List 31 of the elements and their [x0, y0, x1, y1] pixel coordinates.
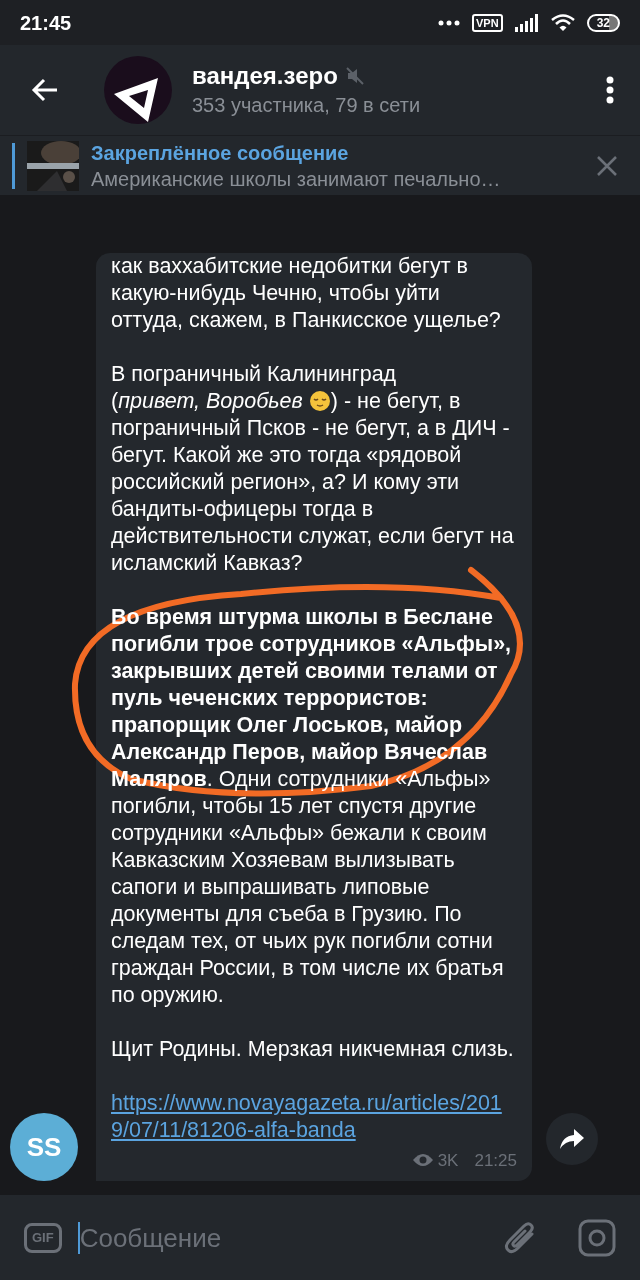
relieved-face-emoji-icon [308, 390, 331, 412]
message-paragraph: как ваххабитские недобитки бегут в какую-нибудь Чечню, чтобы уйти оттуда, скажем, в Панкисское ущелье? [111, 252, 502, 334]
battery-indicator: 32 [586, 13, 620, 32]
gif-button[interactable]: GIF [24, 1222, 62, 1253]
wifi-icon [550, 13, 575, 32]
message-text: В пограничный Калининград [111, 360, 398, 388]
forward-button[interactable] [546, 1113, 598, 1165]
more-icon [606, 76, 614, 104]
view-count: 3K [437, 1149, 459, 1172]
clock-time: 21:45 [20, 10, 72, 36]
channel-avatar [104, 56, 172, 124]
more-notifications-icon [438, 19, 460, 26]
signal-icon [514, 13, 539, 32]
message-text: пограничный Псков - не бегут, а в ДИЧ - бегут. Какой же это тогда «рядовой российский регион», а? И кому эти бандиты-офицеры тогда в действительности служат, если бегут на исламский Кавказ? [111, 414, 515, 577]
pinned-message-preview: Американские школы занимают печально… [91, 166, 502, 192]
message-paragraph: Щит Родины. Мерзкая никчемная слизь. [111, 1035, 515, 1063]
message-input[interactable]: Сообщение [77, 1221, 488, 1254]
message-text: ) - не бегут, в [330, 387, 461, 415]
channel-title: вандея.зеро [192, 61, 338, 91]
close-icon [597, 155, 617, 176]
message-time: 21:25 [474, 1149, 517, 1172]
message-text: (привет, Воробьев [111, 387, 303, 415]
camera-icon[interactable] [578, 1218, 616, 1257]
member-count: 353 участника, 79 в сети [192, 93, 421, 118]
article-link[interactable]: https://www.novayagazeta.ru/articles/2019/07/11/81206-alfa-banda [111, 1089, 517, 1144]
vpn-indicator: VPN [472, 13, 503, 32]
views-eye-icon [411, 1153, 434, 1168]
pinned-title: Закреплённое сообщение [91, 140, 350, 166]
back-arrow-icon [31, 78, 59, 102]
author-avatar[interactable]: SS [10, 1113, 78, 1181]
forward-arrow-icon [560, 1129, 584, 1149]
